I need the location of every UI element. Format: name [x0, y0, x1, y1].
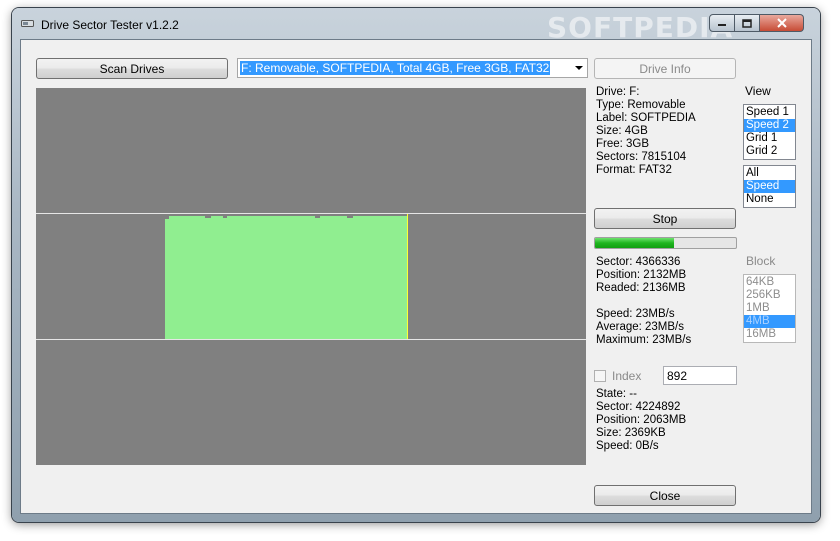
drive-info-line: Type: Removable	[596, 99, 686, 111]
state-line: Position: 2063MB	[596, 414, 687, 426]
drive-select[interactable]: F: Removable, SOFTPEDIA, Total 4GB, Free…	[237, 58, 588, 78]
state-line: Size: 2369KB	[596, 427, 666, 439]
filter-option[interactable]: None	[744, 193, 795, 206]
block-label: Block	[746, 254, 776, 268]
close-button[interactable]: Close	[594, 485, 736, 506]
drive-info-line: Format: FAT32	[596, 164, 672, 176]
stat-line: Sector: 4366336	[596, 256, 681, 268]
close-icon	[776, 18, 787, 28]
block-option[interactable]: 256KB	[744, 289, 795, 302]
minimize-icon	[718, 24, 726, 26]
drive-info-line: Label: SOFTPEDIA	[596, 112, 696, 124]
drive-info-line: Sectors: 7815104	[596, 151, 687, 163]
graph-position-marker	[407, 214, 408, 339]
close-window-button[interactable]	[760, 14, 804, 32]
title-bar[interactable]: Drive Sector Tester v1.2.2 SOFTPEDIA	[12, 8, 820, 44]
state-panel: State: -- Sector: 4224892 Position: 2063…	[596, 388, 686, 453]
progress-fill	[595, 238, 674, 248]
speed-graph	[36, 88, 586, 465]
stat-line: Maximum: 23MB/s	[596, 334, 692, 346]
stat-line: Average: 23MB/s	[596, 321, 685, 333]
drive-info-button[interactable]: Drive Info	[594, 58, 736, 79]
index-input[interactable]	[663, 366, 737, 385]
stats-panel: Sector: 4366336 Position: 2132MB Readed:…	[596, 256, 691, 347]
stop-button[interactable]: Stop	[594, 208, 736, 229]
filter-option[interactable]: All	[744, 167, 795, 180]
stat-spacer	[596, 295, 691, 308]
block-listbox[interactable]: 64KB 256KB 1MB 4MB 16MB	[743, 274, 796, 343]
app-window: Drive Sector Tester v1.2.2 SOFTPEDIA Sca…	[12, 8, 820, 522]
view-option[interactable]: Speed 1	[744, 106, 795, 119]
block-option[interactable]: 64KB	[744, 276, 795, 289]
maximize-icon	[742, 18, 752, 28]
view-option-selected[interactable]: Speed 2	[744, 119, 795, 132]
block-option[interactable]: 16MB	[744, 328, 795, 341]
minimize-button[interactable]	[709, 14, 735, 32]
view-option[interactable]: Grid 2	[744, 145, 795, 158]
window-title: Drive Sector Tester v1.2.2	[41, 18, 179, 32]
app-icon	[21, 20, 34, 27]
stat-line: Position: 2132MB	[596, 269, 687, 281]
block-option[interactable]: 1MB	[744, 302, 795, 315]
view-label: View	[745, 84, 771, 98]
state-line: State: --	[596, 388, 637, 400]
filter-option-selected[interactable]: Speed	[744, 180, 795, 193]
state-line: Speed: 0B/s	[596, 440, 659, 452]
view-option[interactable]: Grid 1	[744, 132, 795, 145]
client-area: Scan Drives F: Removable, SOFTPEDIA, Tot…	[20, 39, 812, 514]
drive-select-value: F: Removable, SOFTPEDIA, Total 4GB, Free…	[240, 61, 551, 75]
drive-info-line: Size: 4GB	[596, 125, 648, 137]
chevron-down-icon[interactable]	[575, 66, 583, 70]
state-line: Sector: 4224892	[596, 401, 681, 413]
index-checkbox[interactable]	[594, 370, 606, 382]
index-label: Index	[612, 369, 642, 383]
block-option-selected[interactable]: 4MB	[744, 315, 795, 328]
view-listbox[interactable]: Speed 1 Speed 2 Grid 1 Grid 2	[743, 104, 796, 160]
drive-info-line: Drive: F:	[596, 86, 640, 98]
graph-speed-fill	[165, 216, 408, 339]
maximize-button[interactable]	[735, 14, 760, 32]
stat-line: Readed: 2136MB	[596, 282, 686, 294]
graph-gridline	[36, 213, 586, 214]
graph-gridline	[36, 339, 586, 340]
scan-drives-button[interactable]: Scan Drives	[36, 58, 228, 79]
drive-info-panel: Drive: F: Type: Removable Label: SOFTPED…	[596, 86, 696, 177]
progress-bar	[594, 237, 737, 249]
filter-listbox[interactable]: All Speed None	[743, 165, 796, 208]
stat-line: Speed: 23MB/s	[596, 308, 675, 320]
drive-info-line: Free: 3GB	[596, 138, 650, 150]
